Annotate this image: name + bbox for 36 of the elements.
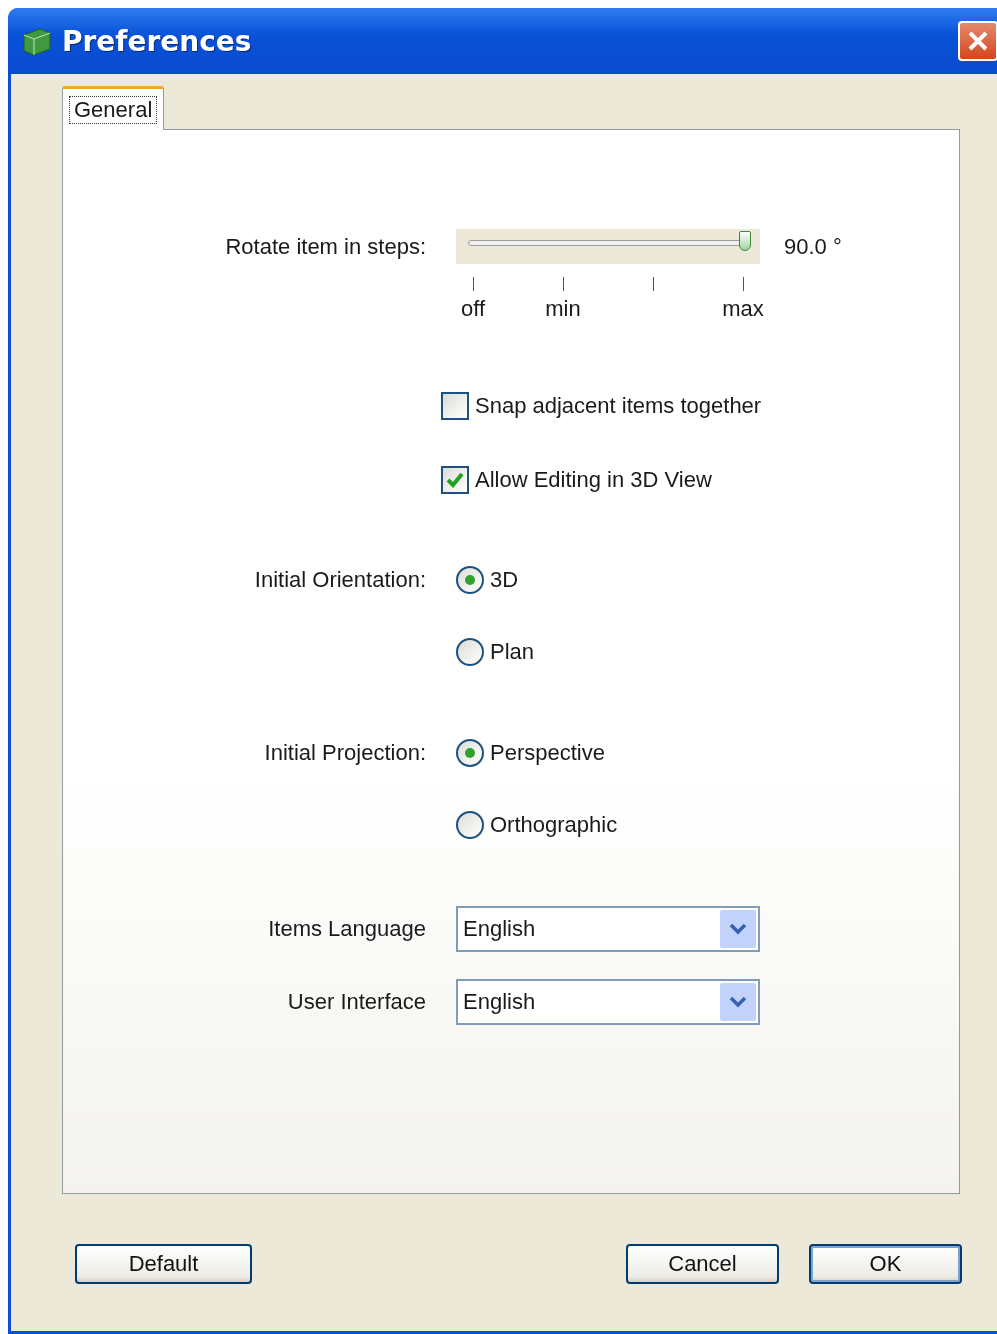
- radio-label: Orthographic: [490, 812, 618, 838]
- radio-label: Perspective: [490, 740, 605, 766]
- checkbox-label: Allow Editing in 3D View: [475, 467, 712, 493]
- dropdown[interactable]: English: [456, 979, 760, 1025]
- radio-label: 3D: [490, 567, 519, 593]
- field-label: Rotate item in steps:: [224, 233, 426, 260]
- close-button[interactable]: [958, 21, 997, 61]
- field-label: User Interface: [286, 989, 426, 1015]
- checkbox[interactable]: [441, 466, 469, 494]
- radio-button[interactable]: [456, 811, 484, 839]
- checkmark-icon: [445, 470, 465, 490]
- tick-label: min: [545, 296, 581, 322]
- field-label: Initial Projection:: [263, 740, 426, 766]
- dialog-button[interactable]: Default: [75, 1244, 252, 1284]
- dropdown[interactable]: English: [456, 906, 760, 952]
- dialog-button[interactable]: OK: [809, 1244, 962, 1284]
- tab[interactable]: General: [62, 86, 165, 130]
- checkbox[interactable]: [441, 392, 469, 420]
- radio-button[interactable]: [456, 566, 484, 594]
- field-label: Items Language: [267, 916, 426, 942]
- slider-thumb[interactable]: [739, 231, 751, 251]
- radio-button[interactable]: [456, 638, 484, 666]
- close-icon: [967, 30, 989, 52]
- checkbox-label: Snap adjacent items together: [475, 393, 762, 419]
- radio-label: Plan: [490, 639, 535, 665]
- chevron-down-icon: [729, 996, 747, 1008]
- tick-label: off: [460, 296, 486, 322]
- dialog-button[interactable]: Cancel: [626, 1244, 779, 1284]
- chevron-down-icon: [729, 923, 747, 935]
- window-title: Preferences: [62, 24, 253, 58]
- tick-label: max: [722, 296, 764, 322]
- radio-button[interactable]: [456, 739, 484, 767]
- field-label: Initial Orientation:: [253, 567, 426, 593]
- slider-value: 90.0 °: [784, 233, 842, 260]
- slider[interactable]: [456, 229, 760, 264]
- app-icon: [20, 25, 52, 57]
